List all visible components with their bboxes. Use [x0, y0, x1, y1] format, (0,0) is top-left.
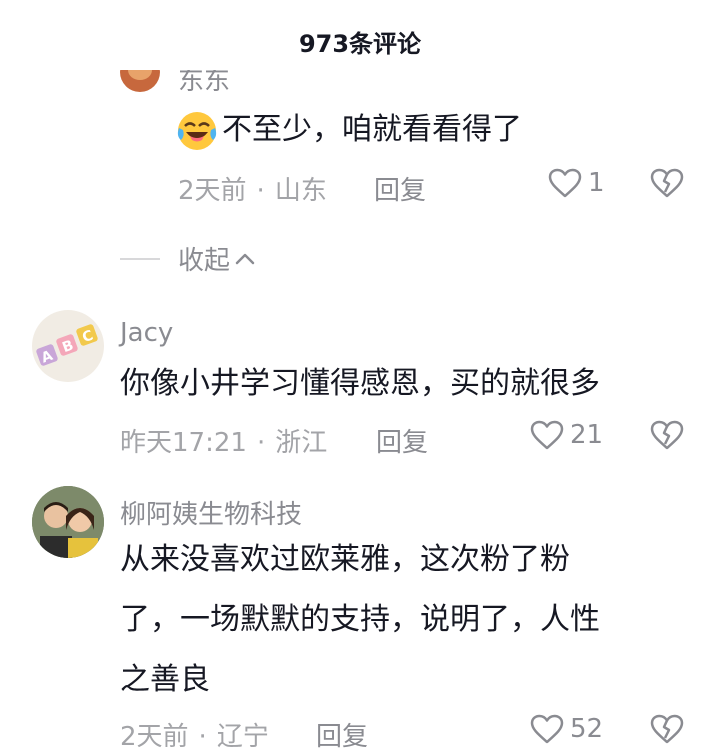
broken-heart-icon	[650, 714, 684, 744]
broken-heart-icon	[650, 420, 684, 450]
like-button[interactable]: 52	[530, 714, 603, 744]
heart-icon	[548, 168, 582, 198]
divider	[120, 257, 160, 260]
reply-button[interactable]: 回复	[376, 422, 428, 459]
comment-meta: 2天前 · 山东	[178, 176, 327, 206]
reply-button[interactable]: 回复	[316, 716, 368, 753]
page-title: 973条评论	[298, 30, 422, 58]
avatar[interactable]: A B C	[32, 310, 104, 382]
comment-username[interactable]: 柳阿姨生物科技	[120, 494, 302, 531]
comment-text-line: 之善良	[120, 662, 210, 697]
header: 973条评论	[0, 0, 720, 70]
like-button[interactable]: 1	[548, 168, 605, 198]
laughing-crying-emoji	[177, 111, 217, 150]
comment-text-line: 从来没喜欢过欧莱雅，这次粉了粉	[120, 542, 570, 577]
dislike-button[interactable]	[650, 714, 684, 748]
dislike-button[interactable]	[650, 168, 684, 202]
collapse-label: 收起	[178, 246, 231, 276]
broken-heart-icon	[650, 168, 684, 198]
comment-meta: 昨天17:21 · 浙江	[120, 428, 328, 458]
comment-meta: 2天前 · 辽宁	[120, 722, 269, 752]
comment-text: 你像小井学习懂得感恩，买的就很多	[120, 366, 600, 401]
heart-icon	[530, 714, 564, 744]
dislike-button[interactable]	[650, 420, 684, 454]
collapse-replies-button[interactable]: 收起	[120, 240, 256, 277]
comment-username[interactable]: Jacy	[120, 318, 173, 348]
like-button[interactable]: 21	[530, 420, 603, 450]
chevron-up-icon	[235, 253, 255, 264]
comment-text: 不至少，咱就看看得了	[176, 100, 522, 160]
comment-text-line: 了，一场默默的支持，说明了，人性	[120, 602, 600, 637]
heart-icon	[530, 420, 564, 450]
reply-button[interactable]: 回复	[374, 170, 426, 207]
avatar[interactable]	[32, 486, 104, 558]
